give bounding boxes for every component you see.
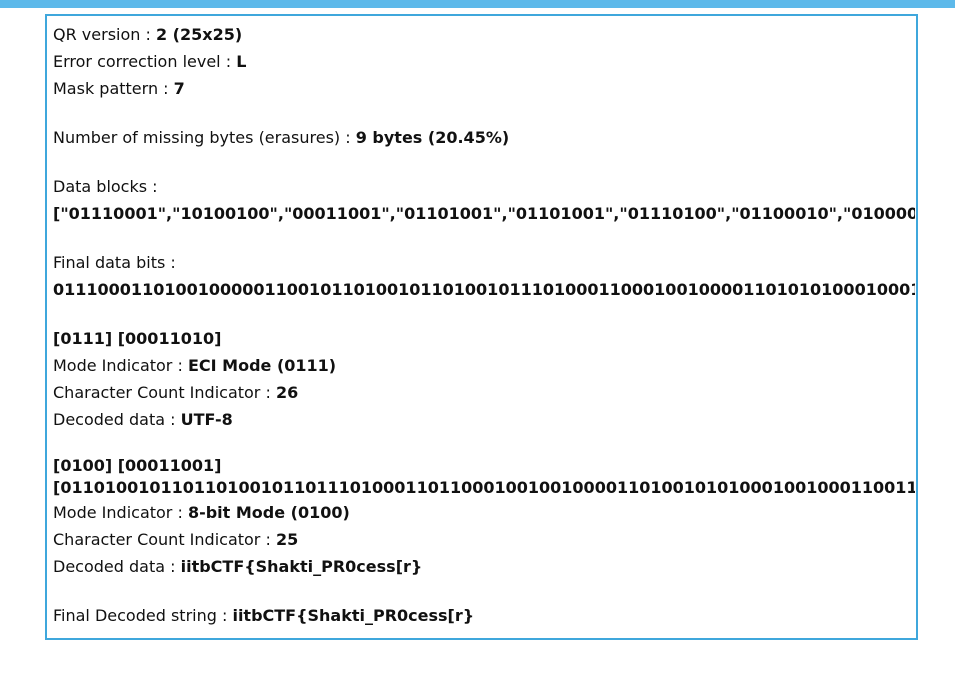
final-data-bits-value: 0111000110100100000110010110100101101001… <box>53 280 915 299</box>
mask-pattern-label: Mask pattern : <box>53 79 174 98</box>
segment1-mode-label: Mode Indicator : <box>53 356 188 375</box>
segment1-mode-value: ECI Mode (0111) <box>187 356 337 375</box>
final-decoded-value: iitbCTF{Shakti_PR0cess[r} <box>232 606 475 625</box>
qr-version-value: 2 (25x25) <box>155 25 243 44</box>
segment1-count-label: Character Count Indicator : <box>53 383 276 402</box>
top-accent-bar <box>0 0 955 8</box>
segment2-count-value: 25 <box>275 530 299 549</box>
error-correction-value: L <box>236 52 247 71</box>
segment2-mode-value: 8-bit Mode (0100) <box>187 503 350 522</box>
mask-pattern-line: Mask pattern : 7 <box>53 75 915 102</box>
segment1-mode-line: Mode Indicator : ECI Mode (0111) <box>53 352 915 379</box>
segment2-decoded-line: Decoded data : iitbCTF{Shakti_PR0cess[r} <box>53 553 915 580</box>
segment2-header: [0100] [00011001] <box>53 456 222 475</box>
final-decoded-line: Final Decoded string : iitbCTF{Shakti_PR… <box>53 602 915 629</box>
qr-version-line: QR version : 2 (25x25) <box>53 21 915 48</box>
segment1-decoded-label: Decoded data : <box>53 410 181 429</box>
segment1-count-line: Character Count Indicator : 26 <box>53 379 915 406</box>
qr-version-label: QR version : <box>53 25 156 44</box>
data-blocks-value: ["01110001","10100100","00011001","01101… <box>53 204 915 223</box>
missing-bytes-label: Number of missing bytes (erasures) : <box>53 128 356 147</box>
segment2-bits: [011010010110110100101101110100011011000… <box>53 478 915 497</box>
segment2-decoded-label: Decoded data : <box>53 557 181 576</box>
missing-bytes-value: 9 bytes (20.45%) <box>355 128 510 147</box>
segment2-count-line: Character Count Indicator : 25 <box>53 526 915 553</box>
final-decoded-label: Final Decoded string : <box>53 606 233 625</box>
error-correction-line: Error correction level : L <box>53 48 915 75</box>
segment2-mode-line: Mode Indicator : 8-bit Mode (0100) <box>53 499 915 526</box>
segment1-header: [0111] [00011010] <box>53 329 222 348</box>
segment1-count-value: 26 <box>275 383 299 402</box>
segment2-mode-label: Mode Indicator : <box>53 503 188 522</box>
segment1-decoded-value: UTF-8 <box>180 410 233 429</box>
segment1-decoded-line: Decoded data : UTF-8 <box>53 406 915 433</box>
final-data-bits-label: Final data bits : <box>53 253 176 272</box>
result-content: QR version : 2 (25x25) Error correction … <box>53 21 915 629</box>
error-correction-label: Error correction level : <box>53 52 237 71</box>
qr-decode-result-panel: QR version : 2 (25x25) Error correction … <box>45 14 918 640</box>
segment2-count-label: Character Count Indicator : <box>53 530 276 549</box>
segment2-decoded-value: iitbCTF{Shakti_PR0cess[r} <box>180 557 423 576</box>
mask-pattern-value: 7 <box>173 79 185 98</box>
data-blocks-label: Data blocks : <box>53 177 158 196</box>
missing-bytes-line: Number of missing bytes (erasures) : 9 b… <box>53 124 915 151</box>
